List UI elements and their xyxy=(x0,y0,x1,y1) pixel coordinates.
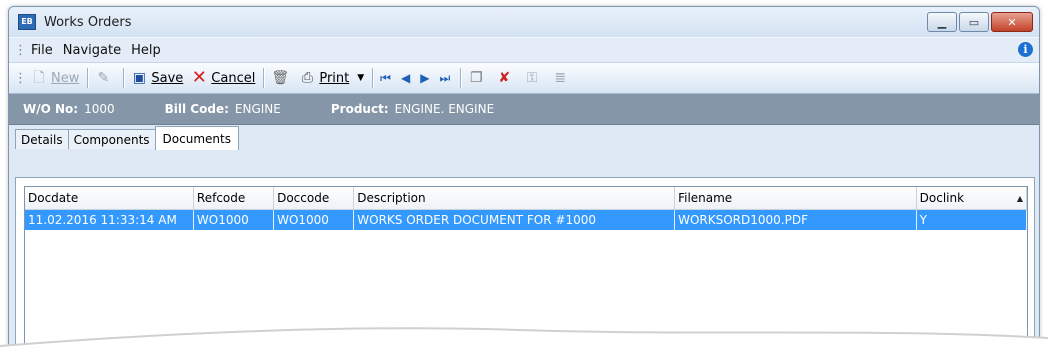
menu-file[interactable]: File xyxy=(31,43,53,58)
doclink-header-label: Doclink xyxy=(919,191,965,205)
column-header-doclink[interactable]: Doclink ▲ xyxy=(916,187,1028,210)
cell-description: WORKS ORDER DOCUMENT FOR #1000 xyxy=(353,209,676,230)
product-label: Product: xyxy=(330,102,389,116)
column-header-filename[interactable]: Filename xyxy=(674,187,917,210)
app-icon: EB xyxy=(18,14,36,30)
edit-icon: ✎ xyxy=(97,70,110,86)
toolbar-separator xyxy=(87,68,90,88)
toolbar-separator xyxy=(123,68,126,88)
copy-icon: ❐ xyxy=(469,70,483,86)
lock-icon: ⚿ xyxy=(526,70,538,86)
delete-record-button[interactable]: ✘ xyxy=(496,70,516,86)
product-value: ENGINE. ENGINE xyxy=(394,102,495,116)
grid-header-row: Docdate Refcode Doccode Description File… xyxy=(25,187,1028,210)
first-record-icon[interactable]: ⏮ xyxy=(380,71,391,86)
edit-button[interactable]: ✎ xyxy=(95,70,115,86)
toolbar-separator xyxy=(460,68,463,88)
copy-button[interactable]: ❐ xyxy=(468,70,488,86)
table-row[interactable]: 11.02.2016 11:33:14 AM WO1000 WO1000 WOR… xyxy=(25,209,1028,230)
delete-button[interactable]: 🗑 xyxy=(271,70,291,86)
minimize-button[interactable]: ▁ xyxy=(927,12,957,32)
cancel-icon: ✕ xyxy=(191,67,207,88)
bill-code-field: Bill Code: ENGINE xyxy=(165,102,281,116)
works-orders-window: EB Works Orders ▁ ▭ ✕ ⋮ File Navigate He… xyxy=(8,6,1040,354)
grip-icon: ⋮ xyxy=(14,42,27,58)
record-info-bar: W/O No: 1000 Bill Code: ENGINE Product: … xyxy=(9,94,1039,125)
torn-edge-decoration xyxy=(0,327,1048,356)
tab-documents[interactable]: Documents xyxy=(154,126,239,150)
close-button[interactable]: ✕ xyxy=(991,12,1033,32)
column-header-docdate[interactable]: Docdate xyxy=(25,187,194,210)
print-dropdown-button[interactable]: ▼ xyxy=(357,73,364,83)
delete-document-icon: ✘ xyxy=(498,70,511,86)
toolbar-grip-icon: ⋮ xyxy=(14,70,27,86)
previous-record-icon[interactable]: ◀ xyxy=(401,71,410,85)
wo-number-value: 1000 xyxy=(84,102,115,116)
menu-help[interactable]: Help xyxy=(131,43,161,58)
column-header-description[interactable]: Description xyxy=(353,187,676,210)
tab-strip: Details Components Documents xyxy=(9,125,1039,150)
stack-icon: ≣ xyxy=(554,70,567,86)
save-button[interactable]: ▣ Save xyxy=(131,70,184,86)
window-title: Works Orders xyxy=(44,14,132,30)
maximize-button[interactable]: ▭ xyxy=(959,12,989,32)
cell-doclink: Y xyxy=(916,209,1028,230)
toolbar-separator xyxy=(263,68,266,88)
cell-docdate: 11.02.2016 11:33:14 AM xyxy=(25,209,194,230)
title-bar: EB Works Orders ▁ ▭ ✕ xyxy=(9,7,1039,37)
bill-code-value: ENGINE xyxy=(234,102,281,116)
last-record-icon[interactable]: ⏭ xyxy=(439,71,450,86)
tab-components[interactable]: Components xyxy=(67,129,156,149)
bill-code-label: Bill Code: xyxy=(164,102,229,116)
wo-number-field: W/O No: 1000 xyxy=(23,102,115,116)
menu-bar: ⋮ File Navigate Help i xyxy=(9,37,1039,62)
info-icon[interactable]: i xyxy=(1018,42,1033,57)
print-button[interactable]: ⎙ Print xyxy=(299,70,350,86)
cell-filename: WORKSORD1000.PDF xyxy=(674,209,917,230)
menu-navigate[interactable]: Navigate xyxy=(63,43,121,58)
next-record-icon[interactable]: ▶ xyxy=(420,71,429,85)
cancel-button[interactable]: ✕ Cancel xyxy=(191,67,256,88)
new-document-icon: 🗋 xyxy=(33,70,45,86)
toolbar: ⋮ 🗋 New ✎ ▣ Save ✕ Cancel 🗑 ⎙ Print ▼ ⏮ … xyxy=(9,62,1039,94)
column-header-doccode[interactable]: Doccode xyxy=(273,187,355,210)
window-controls: ▁ ▭ ✕ xyxy=(925,12,1033,32)
save-label: Save xyxy=(151,70,184,86)
toolbar-separator xyxy=(372,68,375,88)
tab-details[interactable]: Details xyxy=(15,129,69,149)
stack-button[interactable]: ≣ xyxy=(552,70,572,86)
column-header-refcode[interactable]: Refcode xyxy=(193,187,275,210)
new-button[interactable]: 🗋 New xyxy=(31,70,79,86)
trash-icon: 🗑 xyxy=(271,70,290,86)
printer-icon: ⎙ xyxy=(301,70,313,86)
lock-button[interactable]: ⚿ xyxy=(524,70,544,86)
new-label: New xyxy=(51,70,80,86)
save-icon: ▣ xyxy=(132,70,146,86)
print-label: Print xyxy=(319,70,350,86)
product-field: Product: ENGINE. ENGINE xyxy=(331,102,494,116)
cell-doccode: WO1000 xyxy=(273,209,355,230)
cancel-label: Cancel xyxy=(211,70,256,86)
wo-number-label: W/O No: xyxy=(23,102,79,116)
sort-ascending-icon: ▲ xyxy=(1016,194,1023,203)
cell-refcode: WO1000 xyxy=(193,209,275,230)
